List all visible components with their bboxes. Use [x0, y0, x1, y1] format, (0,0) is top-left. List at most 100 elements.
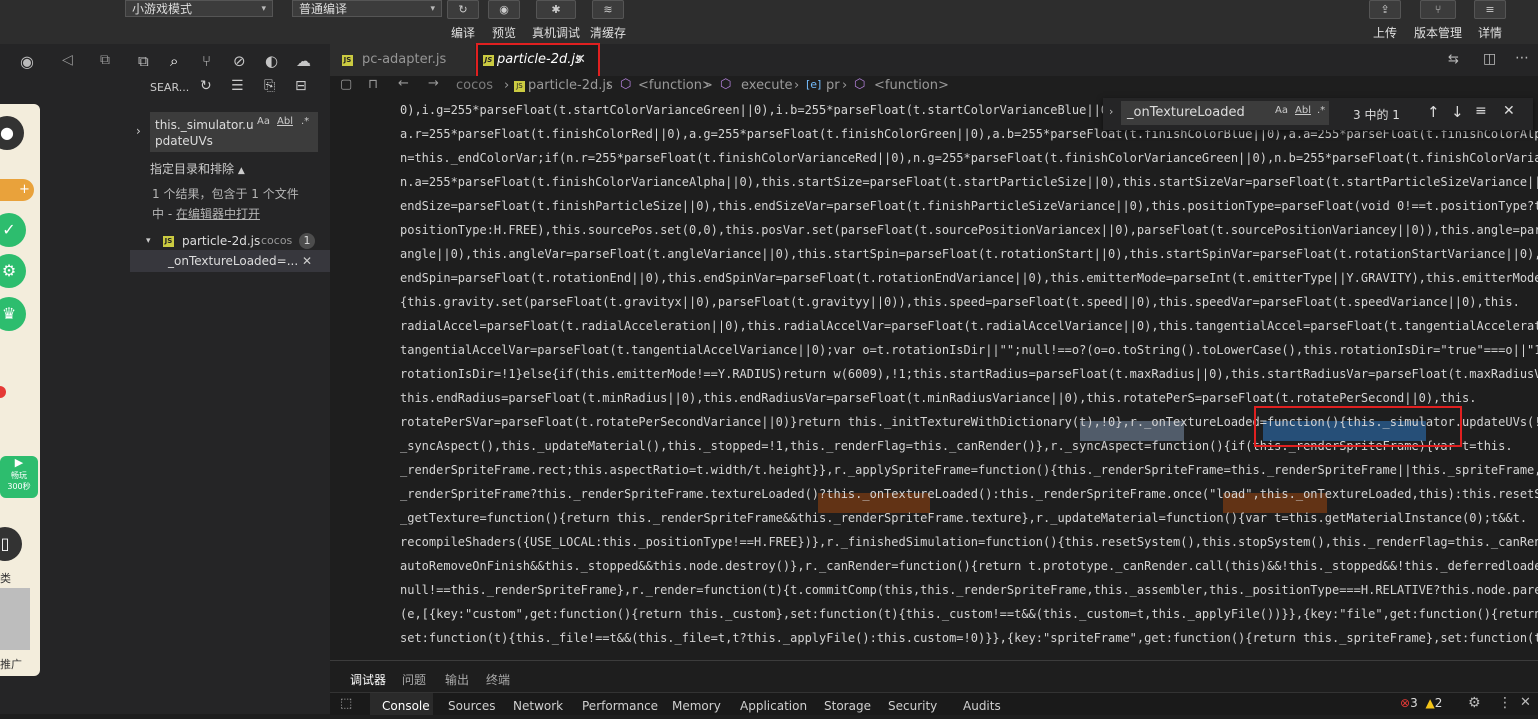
gear-icon[interactable]: ⚙: [0, 254, 26, 288]
previous-match-icon[interactable]: ↑: [1427, 103, 1440, 121]
whole-word-toggle[interactable]: Abl: [277, 116, 293, 127]
record-button-icon[interactable]: ●: [0, 116, 24, 150]
breadcrumb-item[interactable]: <function>: [638, 78, 713, 93]
refresh-icon[interactable]: ↻: [200, 78, 212, 94]
code-line[interactable]: recompileShaders({USE_LOCAL:this._positi…: [400, 530, 1538, 554]
source-control-icon[interactable]: ⑂: [202, 52, 211, 70]
tab-console[interactable]: Console: [382, 693, 430, 715]
compare-icon[interactable]: ⇆: [1448, 52, 1459, 67]
close-icon[interactable]: ✕: [1520, 695, 1531, 710]
code-line[interactable]: 0),i.g=255*parseFloat(t.startColorVarian…: [400, 98, 1173, 122]
code-line[interactable]: n.a=255*parseFloat(t.finishColorVariance…: [400, 170, 1538, 194]
compile-select[interactable]: 普通编译 ▾: [292, 0, 442, 17]
more-icon[interactable]: ⋮: [1498, 695, 1512, 711]
free-play-badge[interactable]: ▶ 畅玩 300秒: [0, 456, 38, 498]
remote-debug-button[interactable]: ✱ 真机调试: [526, 0, 586, 41]
bookmark-alt-icon[interactable]: ⊓: [368, 77, 378, 92]
tab-application[interactable]: Application: [740, 693, 807, 715]
tab-output[interactable]: 输出: [445, 671, 469, 688]
code-line[interactable]: autoRemoveOnFinish&&this._stopped&&this.…: [400, 554, 1538, 578]
code-line[interactable]: rotationIsDir=!1}else{if(this.emitterMod…: [400, 362, 1538, 386]
more-actions-icon[interactable]: ⋯: [1515, 50, 1529, 66]
breadcrumb-item[interactable]: cocos: [456, 78, 493, 93]
tab-audits[interactable]: Audits: [963, 693, 1001, 715]
promo-image[interactable]: [0, 588, 30, 650]
code-line[interactable]: angle||0),this.angleVar=parseFloat(t.ang…: [400, 242, 1538, 266]
breadcrumb-item[interactable]: execute: [741, 78, 793, 93]
compile-button[interactable]: ↻ 编译: [443, 0, 483, 41]
code-line[interactable]: set:function(t){this._file!==t&&(this._f…: [400, 626, 1538, 650]
whole-word-toggle[interactable]: Abl: [1295, 105, 1311, 116]
volume-icon[interactable]: ◁: [62, 52, 73, 68]
back-arrow-icon[interactable]: ←: [398, 76, 409, 91]
preview-button[interactable]: ◉ 预览: [484, 0, 524, 41]
code-line[interactable]: endSize=parseFloat(t.finishParticleSize|…: [400, 194, 1538, 218]
regex-toggle[interactable]: .*: [1317, 105, 1325, 116]
code-line[interactable]: (e,[{key:"custom",get:function(){return …: [400, 602, 1538, 626]
match-case-toggle[interactable]: Aa: [1275, 105, 1288, 116]
gear-icon[interactable]: ⚙: [1468, 695, 1481, 711]
bookmark-icon[interactable]: ▢: [340, 77, 352, 92]
tab-terminal[interactable]: 终端: [486, 671, 510, 688]
tab-problems[interactable]: 问题: [402, 671, 426, 688]
category-icon[interactable]: ▯: [0, 527, 22, 561]
checklist-icon[interactable]: ✓: [0, 213, 26, 247]
breadcrumb-item[interactable]: particle-2d.js: [528, 78, 613, 93]
split-editor-icon[interactable]: ◫: [1483, 51, 1496, 67]
tab-sources[interactable]: Sources: [448, 693, 495, 715]
code-line[interactable]: _renderSpriteFrame?this._renderSpriteFra…: [400, 482, 1538, 506]
tab-memory[interactable]: Memory: [672, 693, 721, 715]
code-line[interactable]: tangentialAccelVar=parseFloat(t.tangenti…: [400, 338, 1538, 362]
debug-icon[interactable]: ⊘: [233, 52, 246, 70]
record-icon[interactable]: ◉: [20, 52, 34, 71]
new-search-editor-icon[interactable]: ⎘: [264, 78, 275, 94]
add-icon[interactable]: +: [0, 179, 34, 201]
search-input[interactable]: this._simulator.u pdateUVs Aa Abl .*: [150, 112, 318, 152]
code-line[interactable]: _getTexture=function(){return this._rend…: [400, 506, 1527, 530]
breadcrumb-item[interactable]: pr: [826, 78, 840, 93]
result-match-row[interactable]: _onTextureLoaded=... ✕: [130, 250, 330, 272]
match-case-toggle[interactable]: Aa: [257, 116, 270, 127]
mode-select[interactable]: 小游戏模式 ▾: [125, 0, 273, 17]
tab-storage[interactable]: Storage: [824, 693, 871, 715]
files-filter-toggle[interactable]: 指定目录和排除 ▲: [150, 160, 245, 177]
regex-toggle[interactable]: .*: [301, 116, 309, 127]
version-manage-button[interactable]: ⑂ 版本管理: [1410, 0, 1466, 41]
trophy-icon[interactable]: ♛: [0, 297, 26, 331]
dismiss-icon[interactable]: ✕: [302, 250, 312, 272]
issue-counts[interactable]: ⊗3 ▲2: [1400, 696, 1442, 710]
result-file-row[interactable]: ▾ JS particle-2d.js cocos 1: [130, 230, 330, 252]
collapse-all-icon[interactable]: ⊟: [295, 78, 307, 94]
find-in-selection-icon[interactable]: ≡: [1475, 103, 1487, 119]
inspect-icon[interactable]: ⬚: [340, 696, 352, 711]
chevron-right-icon[interactable]: ›: [136, 124, 141, 138]
code-line[interactable]: radialAccel=parseFloat(t.radialAccelerat…: [400, 314, 1538, 338]
code-line[interactable]: n=this._endColorVar;if(n.r=255*parseFloa…: [400, 146, 1538, 170]
files-icon[interactable]: ⧉: [138, 52, 149, 70]
forward-arrow-icon[interactable]: →: [428, 76, 439, 91]
clear-cache-button[interactable]: ≋ 清缓存: [588, 0, 628, 41]
cloud-icon[interactable]: ☁: [296, 52, 311, 70]
next-match-icon[interactable]: ↓: [1451, 103, 1464, 121]
window-icon[interactable]: ⧉: [100, 52, 110, 68]
chevron-right-icon[interactable]: ›: [1109, 105, 1113, 118]
code-editor[interactable]: 0),i.g=255*parseFloat(t.startColorVarian…: [330, 98, 1538, 660]
tab-security[interactable]: Security: [888, 693, 937, 715]
details-button[interactable]: ≡ 详情: [1470, 0, 1510, 41]
code-line[interactable]: positionType:H.FREE),this.sourcePos.set(…: [400, 218, 1538, 242]
find-input[interactable]: _onTextureLoaded Aa Abl .*: [1121, 101, 1329, 125]
open-in-editor-link[interactable]: 在编辑器中打开: [176, 207, 260, 221]
close-icon[interactable]: ✕: [1503, 103, 1515, 119]
breadcrumb-item[interactable]: <function>: [874, 78, 949, 93]
extensions-icon[interactable]: ◐: [265, 52, 278, 70]
code-line[interactable]: null!==this._renderSpriteFrame},r._rende…: [400, 578, 1538, 602]
search-icon[interactable]: ⌕: [170, 52, 178, 70]
upload-button[interactable]: ⇪ 上传: [1365, 0, 1405, 41]
tab-pc-adapter[interactable]: JS pc-adapter.js: [330, 44, 475, 76]
tab-performance[interactable]: Performance: [582, 693, 658, 715]
clear-results-icon[interactable]: ☰: [231, 78, 244, 94]
tab-network[interactable]: Network: [513, 693, 563, 715]
code-line[interactable]: endSpin=parseFloat(t.rotationEnd||0),thi…: [400, 266, 1538, 290]
code-line[interactable]: _renderSpriteFrame.rect;this.aspectRatio…: [400, 458, 1538, 482]
code-line[interactable]: {this.gravity.set(parseFloat(t.gravityx|…: [400, 290, 1520, 314]
